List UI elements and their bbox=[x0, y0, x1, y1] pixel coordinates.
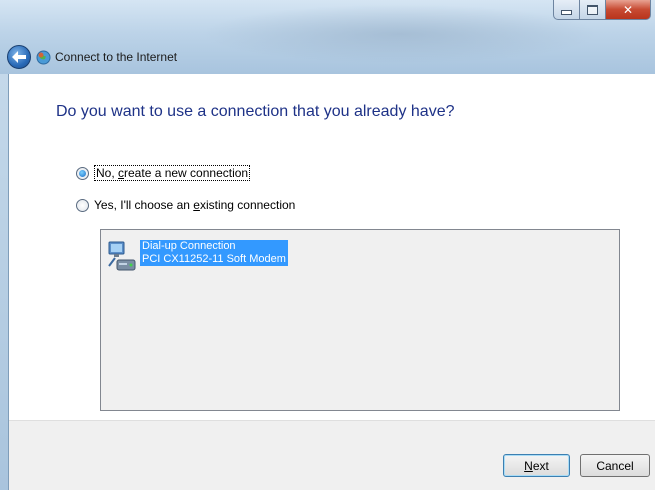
radio-button-checked[interactable] bbox=[76, 166, 89, 180]
back-arrow-icon bbox=[12, 51, 26, 63]
list-item[interactable]: Dial-up Connection PCI CX11252-11 Soft M… bbox=[105, 240, 288, 274]
connection-device: PCI CX11252-11 Soft Modem bbox=[140, 253, 288, 266]
wizard-footer: Next Cancel bbox=[9, 420, 655, 490]
maximize-icon bbox=[587, 4, 598, 15]
dialup-modem-icon bbox=[108, 241, 136, 271]
wizard-window: ✕ Connect to the Internet Do you want to… bbox=[0, 0, 655, 490]
cancel-button[interactable]: Cancel bbox=[580, 454, 650, 477]
connection-text: Dial-up Connection PCI CX11252-11 Soft M… bbox=[140, 240, 288, 266]
option-choose-existing[interactable]: Yes, I'll choose an existing connection bbox=[76, 198, 295, 212]
aero-glass-blur bbox=[200, 4, 600, 64]
window-title: Connect to the Internet bbox=[55, 50, 178, 64]
existing-connections-list[interactable]: Dial-up Connection PCI CX11252-11 Soft M… bbox=[100, 229, 620, 411]
next-button[interactable]: Next bbox=[503, 454, 570, 477]
title-bar: ✕ Connect to the Internet bbox=[0, 0, 655, 74]
option-create-new[interactable]: No, create a new connection bbox=[76, 165, 251, 181]
minimize-button[interactable] bbox=[553, 0, 580, 20]
wizard-content: Do you want to use a connection that you… bbox=[8, 74, 655, 490]
connection-name: Dial-up Connection bbox=[140, 240, 288, 253]
next-mnemonic: N bbox=[524, 458, 533, 473]
option-create-new-label: No, create a new connection bbox=[94, 165, 251, 181]
minimize-icon bbox=[561, 10, 572, 15]
back-button[interactable] bbox=[7, 45, 31, 69]
close-button[interactable]: ✕ bbox=[606, 0, 651, 20]
close-icon: ✕ bbox=[622, 2, 634, 17]
radio-button[interactable] bbox=[76, 198, 89, 212]
next-label: ext bbox=[532, 458, 549, 473]
option-choose-existing-label: Yes, I'll choose an existing connection bbox=[94, 198, 296, 212]
caption-buttons: ✕ bbox=[553, 0, 651, 21]
network-globe-icon bbox=[36, 50, 51, 65]
page-heading: Do you want to use a connection that you… bbox=[56, 103, 455, 120]
maximize-button[interactable] bbox=[580, 0, 606, 20]
